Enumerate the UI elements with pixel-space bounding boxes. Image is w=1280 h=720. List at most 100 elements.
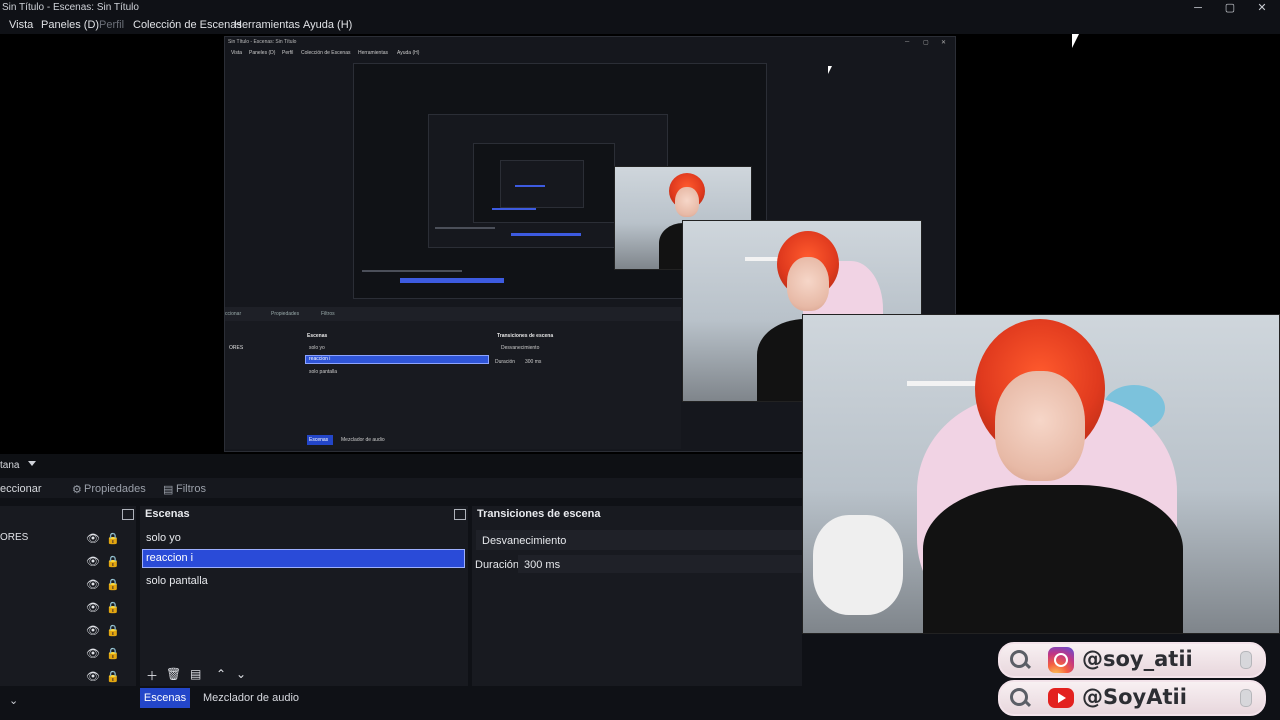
dock-header xyxy=(0,454,802,478)
scene-item[interactable]: solo yo xyxy=(146,532,181,544)
lock-icon[interactable]: 🔒 xyxy=(106,647,120,660)
nested-scene-item: solo yo xyxy=(309,345,325,351)
webcam-face xyxy=(787,257,829,311)
nested-close-icon: ✕ xyxy=(941,40,947,46)
toolbar-left-label[interactable]: eccionar xyxy=(0,483,42,495)
minimize-icon[interactable]: ─ xyxy=(1182,0,1214,16)
menu-paneles[interactable]: Paneles (D) xyxy=(41,19,99,31)
properties-button[interactable]: Propiedades xyxy=(84,483,146,495)
scenes-header: Escenas xyxy=(145,508,190,520)
window-title: Sin Título - Escenas: Sin Título xyxy=(2,2,139,13)
nested-menu-item: Paneles (D) xyxy=(249,50,276,56)
undock-icon[interactable] xyxy=(454,509,466,520)
lock-icon[interactable]: 🔒 xyxy=(106,578,120,591)
scene-item-selected-label: reaccion i xyxy=(146,552,194,564)
menu-perfil[interactable]: Perfil xyxy=(99,19,124,31)
scenes-panel xyxy=(140,506,468,686)
nested-scene-item: reaccion i xyxy=(309,356,331,362)
duration-value: 300 ms xyxy=(524,559,561,571)
mini-selection xyxy=(511,233,581,236)
nested-scene-item: solo pantalla xyxy=(309,369,338,375)
nested-menu-item: Vista xyxy=(231,50,243,56)
lock-icon[interactable]: 🔒 xyxy=(106,532,120,545)
mini-selection xyxy=(515,185,545,187)
menu-coleccion-escenas[interactable]: Colección de Escenas xyxy=(133,19,242,31)
tab-mezclador-audio[interactable]: Mezclador de audio xyxy=(203,692,299,704)
microphone-icon xyxy=(1240,651,1252,669)
nested-cursor-icon xyxy=(828,66,832,74)
lock-icon[interactable]: 🔒 xyxy=(106,670,120,683)
youtube-badge: @SoyAtii xyxy=(998,680,1266,716)
nested-scenes-tab-label: Escenas xyxy=(309,437,329,443)
nested-sources-label: ORES xyxy=(229,345,244,351)
nested-scenes-header: Escenas xyxy=(307,333,328,339)
webcam-face xyxy=(675,187,699,217)
lock-icon[interactable]: 🔒 xyxy=(106,601,120,614)
filters-button[interactable]: Filtros xyxy=(176,483,206,495)
microphone-icon xyxy=(1240,689,1252,707)
eye-icon[interactable]: 👁 xyxy=(86,601,100,614)
filter-icon[interactable]: ▤ xyxy=(190,667,201,681)
nested-duration-label: Duración xyxy=(495,359,516,365)
dock-dropdown-icon[interactable] xyxy=(28,461,36,466)
eye-icon[interactable]: 👁 xyxy=(86,624,100,637)
eye-icon[interactable]: 👁 xyxy=(86,532,100,545)
nested-mixer-tab-label: Mezclador de audio xyxy=(341,437,385,443)
arrow-up-icon[interactable]: ⌃ xyxy=(216,667,226,681)
nested-menu-item: Colección de Escenas xyxy=(301,50,351,56)
nested-toolbar-left: ccionar xyxy=(225,311,242,317)
nested-window-title: Sin Título - Escenas: Sin Título xyxy=(228,39,297,45)
nested-filters-label: Filtros xyxy=(321,311,335,317)
nested-menu-item: Ayuda (H) xyxy=(397,50,420,56)
nested-minimize-icon: ─ xyxy=(905,39,910,45)
filter-icon[interactable]: ▤ xyxy=(163,483,173,496)
dock-tabs xyxy=(0,688,802,710)
menu-ayuda[interactable]: Ayuda (H) xyxy=(303,19,352,31)
scene-item[interactable]: solo pantalla xyxy=(146,575,208,587)
eye-icon[interactable]: 👁 xyxy=(86,555,100,568)
search-icon xyxy=(1010,688,1028,706)
youtube-icon xyxy=(1048,688,1074,708)
nested-maximize-icon: ▢ xyxy=(923,40,929,46)
close-icon[interactable]: ✕ xyxy=(1246,0,1278,16)
menu-herramientas[interactable]: Herramientas xyxy=(234,19,300,31)
menu-bar: Vista Paneles (D) Perfil Colección de Es… xyxy=(0,16,1280,34)
sources-label: ORES xyxy=(0,532,29,543)
nested-duration-value: 300 ms xyxy=(525,359,542,365)
transition-value: Desvanecimiento xyxy=(482,535,567,547)
duration-input[interactable] xyxy=(518,555,802,573)
search-icon xyxy=(1010,650,1028,668)
nested-scene-selected xyxy=(305,355,489,364)
webcam-body xyxy=(923,485,1183,633)
eye-icon[interactable]: 👁 xyxy=(86,670,100,683)
mini-row xyxy=(435,227,495,229)
chevron-down-icon[interactable]: ⌄ xyxy=(9,694,18,707)
nested-dock: ccionar Propiedades Filtros ORES Escenas… xyxy=(225,307,681,449)
transitions-header: Transiciones de escena xyxy=(477,508,601,520)
youtube-handle: @SoyAtii xyxy=(1082,685,1187,709)
mouse-cursor-icon xyxy=(1072,34,1079,48)
dock-title: tana xyxy=(0,460,20,471)
arrow-down-icon[interactable]: ⌄ xyxy=(236,667,246,681)
mini-row xyxy=(362,270,462,272)
lock-icon[interactable]: 🔒 xyxy=(106,555,120,568)
maximize-icon[interactable]: ▢ xyxy=(1214,0,1246,16)
eye-icon[interactable]: 👁 xyxy=(86,647,100,660)
nested-menu-item: Herramientas xyxy=(358,50,389,56)
webcam-face xyxy=(995,371,1085,481)
nested-obs-level-4 xyxy=(473,143,615,223)
tab-escenas[interactable]: Escenas xyxy=(140,688,190,708)
menu-vista[interactable]: Vista xyxy=(9,19,33,31)
nested-toolbar: ccionar Propiedades Filtros xyxy=(225,307,681,321)
instagram-handle: @soy_atii xyxy=(1082,647,1193,671)
instagram-badge: @soy_atii xyxy=(998,642,1266,678)
mini-selection xyxy=(400,278,504,283)
eye-icon[interactable]: 👁 xyxy=(86,578,100,591)
trash-icon[interactable]: 🗑 xyxy=(166,667,181,681)
plus-icon[interactable]: ＋ xyxy=(146,667,158,684)
webcam-plush xyxy=(813,515,903,615)
undock-icon[interactable] xyxy=(122,509,134,520)
lock-icon[interactable]: 🔒 xyxy=(106,624,120,637)
duration-label: Duración xyxy=(475,559,520,571)
gear-icon[interactable]: ⚙ xyxy=(72,483,82,496)
